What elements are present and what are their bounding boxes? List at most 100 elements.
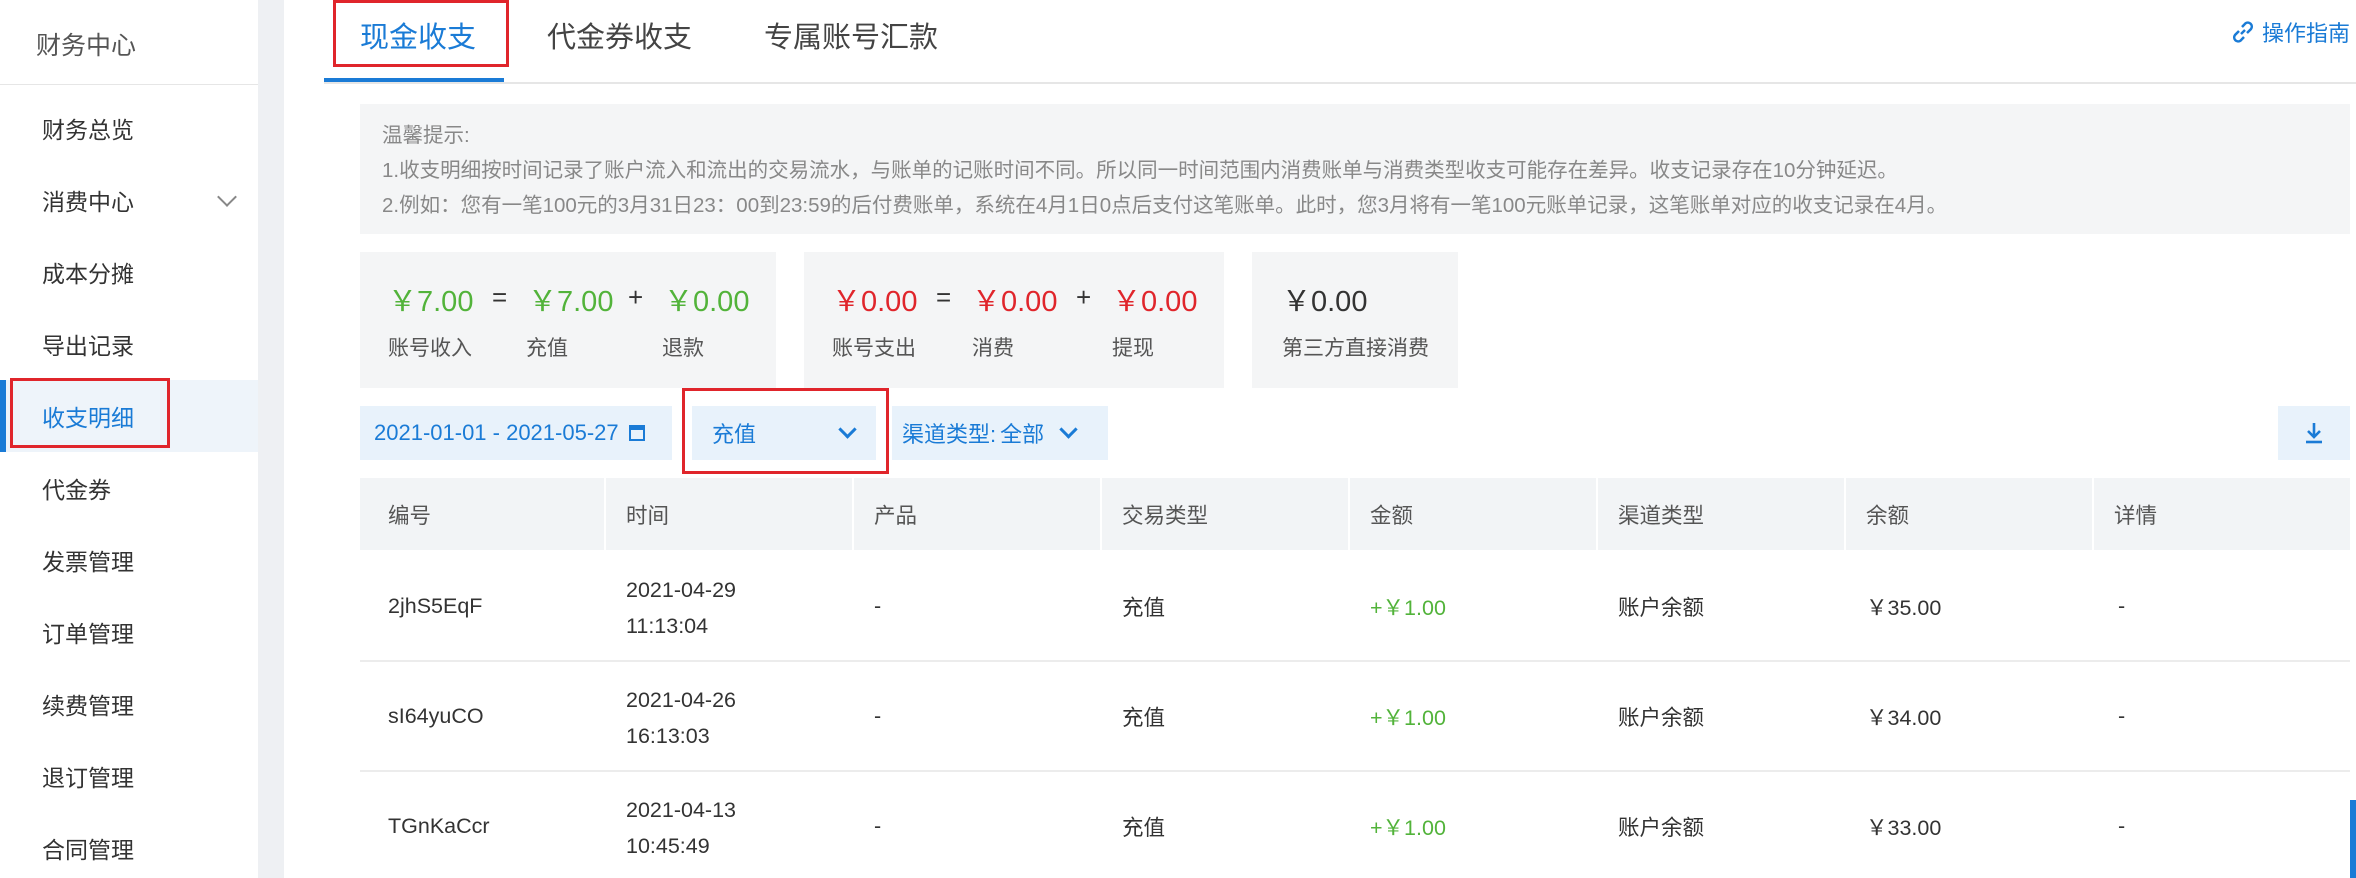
cell-product: -: [874, 703, 882, 728]
download-icon: [2306, 423, 2322, 444]
sidebar-item-cost-allocation[interactable]: 成本分摊: [0, 236, 258, 308]
cell-clock: 10:45:49: [626, 834, 710, 858]
tab-exclusive-remittance[interactable]: 专属账号汇款: [764, 14, 938, 56]
table-row: 2jhS5EqF 2021-04-29 11:13:04 - 充值 +￥1.00…: [360, 552, 2350, 662]
guide-link[interactable]: 操作指南: [2230, 16, 2350, 48]
sidebar-item-export-records[interactable]: 导出记录: [0, 308, 258, 380]
withdrawal-amount: ￥0.00: [1112, 286, 1198, 318]
income-total-label: 账号收入: [388, 337, 472, 360]
sidebar: 财务中心 财务总览 消费中心 成本分摊 导出记录 收支明细 代金券 发票管理 订…: [0, 0, 258, 878]
cell-date: 2021-04-29: [626, 578, 736, 602]
cell-clock: 11:13:04: [626, 614, 709, 638]
column-separator: [2092, 478, 2094, 550]
guide-label: 操作指南: [2261, 21, 2350, 46]
channel-type-select[interactable]: 渠道类型: 全部: [892, 406, 1108, 460]
column-separator: [604, 478, 606, 550]
recharge-amount: ￥7.00: [528, 286, 614, 318]
column-header-transaction-type: 交易类型: [1122, 503, 1209, 528]
download-button[interactable]: [2278, 406, 2350, 460]
cell-clock: 16:13:03: [626, 724, 710, 748]
plus-sign: +: [628, 282, 644, 312]
sidebar-item-label: 消费中心: [42, 189, 134, 215]
cell-time: 2021-04-29 11:13:04: [626, 572, 736, 644]
cell-transaction-type: 充值: [1122, 705, 1166, 730]
sidebar-item-vouchers[interactable]: 代金券: [0, 452, 258, 524]
refund-amount: ￥0.00: [664, 286, 750, 318]
sidebar-divider: [0, 84, 258, 85]
sidebar-item-contracts[interactable]: 合同管理: [0, 812, 258, 878]
table-header: 编号 时间 产品 交易类型 金额 渠道类型 余额 详情: [360, 478, 2350, 550]
sidebar-item-renewals[interactable]: 续费管理: [0, 668, 258, 740]
cell-id: sI64yuCO: [388, 703, 484, 728]
column-header-id: 编号: [388, 503, 432, 528]
cell-detail: -: [2118, 703, 2126, 728]
column-header-product: 产品: [874, 503, 918, 528]
table-row: TGnKaCcr 2021-04-13 10:45:49 - 充值 +￥1.00…: [360, 772, 2350, 878]
tab-bar: 现金收支 代金券收支 专属账号汇款 操作指南: [324, 0, 2356, 84]
column-header-detail: 详情: [2114, 503, 2158, 528]
channel-type-value: 全部: [1000, 422, 1045, 447]
cell-channel-type: 账户余额: [1618, 705, 1705, 730]
tips-line-1: 1.收支明细按时间记录了账户流入和流出的交易流水，与账单的记账时间不同。所以同一…: [382, 159, 1898, 182]
cell-balance: ￥34.00: [1866, 705, 1942, 730]
cell-balance: ￥33.00: [1866, 815, 1942, 840]
consumption-amount: ￥0.00: [972, 286, 1058, 318]
cell-channel-type: 账户余额: [1618, 815, 1705, 840]
cell-detail: -: [2118, 813, 2126, 838]
chevron-down-icon: [1059, 419, 1078, 439]
third-party-amount: ￥0.00: [1282, 286, 1368, 318]
expense-total-label: 账号支出: [832, 337, 916, 360]
cell-balance: ￥35.00: [1866, 595, 1942, 620]
channel-type-label: 渠道类型:: [902, 422, 997, 447]
transaction-type-value: 充值: [712, 422, 757, 447]
plus-sign: +: [1076, 282, 1092, 312]
chevron-down-icon: [217, 187, 237, 207]
cell-id: TGnKaCcr: [388, 813, 490, 838]
sidebar-title: 财务中心: [36, 32, 137, 60]
column-separator: [1100, 478, 1102, 550]
cell-channel-type: 账户余额: [1618, 595, 1705, 620]
sidebar-item-unsubscribe[interactable]: 退订管理: [0, 740, 258, 812]
third-party-summary-card: ￥0.00 第三方直接消费: [1252, 252, 1458, 388]
cell-time: 2021-04-26 16:13:03: [626, 682, 736, 754]
column-header-balance: 余额: [1866, 503, 1910, 528]
date-range-picker[interactable]: 2021-01-01 - 2021-05-27: [360, 406, 672, 460]
sidebar-item-orders[interactable]: 订单管理: [0, 596, 258, 668]
cell-transaction-type: 充值: [1122, 595, 1166, 620]
income-total: ￥7.00: [388, 286, 474, 318]
tab-cash[interactable]: 现金收支: [360, 14, 476, 56]
cell-amount: +￥1.00: [1370, 705, 1446, 730]
expense-summary-card: ￥0.00 = ￥0.00 + ￥0.00 账号支出 消费 提现: [804, 252, 1224, 388]
tips-line-2: 2.例如：您有一笔100元的3月31日23：00到23:59的后付费账单，系统在…: [382, 194, 1948, 217]
cell-amount: +￥1.00: [1370, 815, 1446, 840]
sidebar-item-transactions[interactable]: 收支明细: [0, 380, 258, 452]
third-party-label: 第三方直接消费: [1282, 337, 1429, 360]
sidebar-item-overview[interactable]: 财务总览: [0, 92, 258, 164]
column-header-amount: 金额: [1370, 503, 1414, 528]
column-separator: [1844, 478, 1846, 550]
tips-heading: 温馨提示:: [382, 124, 470, 147]
cell-product: -: [874, 593, 882, 618]
column-header-time: 时间: [626, 503, 670, 528]
refund-label: 退款: [662, 337, 704, 360]
income-summary-card: ￥7.00 = ￥7.00 + ￥0.00 账号收入 充值 退款: [360, 252, 776, 388]
column-separator: [1596, 478, 1598, 550]
table-row: sI64yuCO 2021-04-26 16:13:03 - 充值 +￥1.00…: [360, 662, 2350, 772]
column-separator: [1348, 478, 1350, 550]
cell-time: 2021-04-13 10:45:49: [626, 792, 736, 864]
layout-gutter: [258, 0, 284, 878]
sidebar-item-invoices[interactable]: 发票管理: [0, 524, 258, 596]
scrollbar-thumb[interactable]: [2350, 800, 2356, 878]
cell-date: 2021-04-26: [626, 688, 736, 712]
recharge-label: 充值: [526, 337, 568, 360]
transaction-type-select[interactable]: 充值: [692, 406, 876, 460]
column-header-channel-type: 渠道类型: [1618, 503, 1705, 528]
column-separator: [852, 478, 854, 550]
sidebar-item-consumption[interactable]: 消费中心: [0, 164, 258, 236]
consumption-label: 消费: [972, 337, 1014, 360]
tab-voucher[interactable]: 代金券收支: [547, 14, 692, 56]
calendar-icon: [628, 425, 645, 441]
cell-date: 2021-04-13: [626, 798, 736, 822]
tips-panel: 温馨提示: 1.收支明细按时间记录了账户流入和流出的交易流水，与账单的记账时间不…: [360, 104, 2350, 234]
link-icon: [2232, 21, 2253, 43]
